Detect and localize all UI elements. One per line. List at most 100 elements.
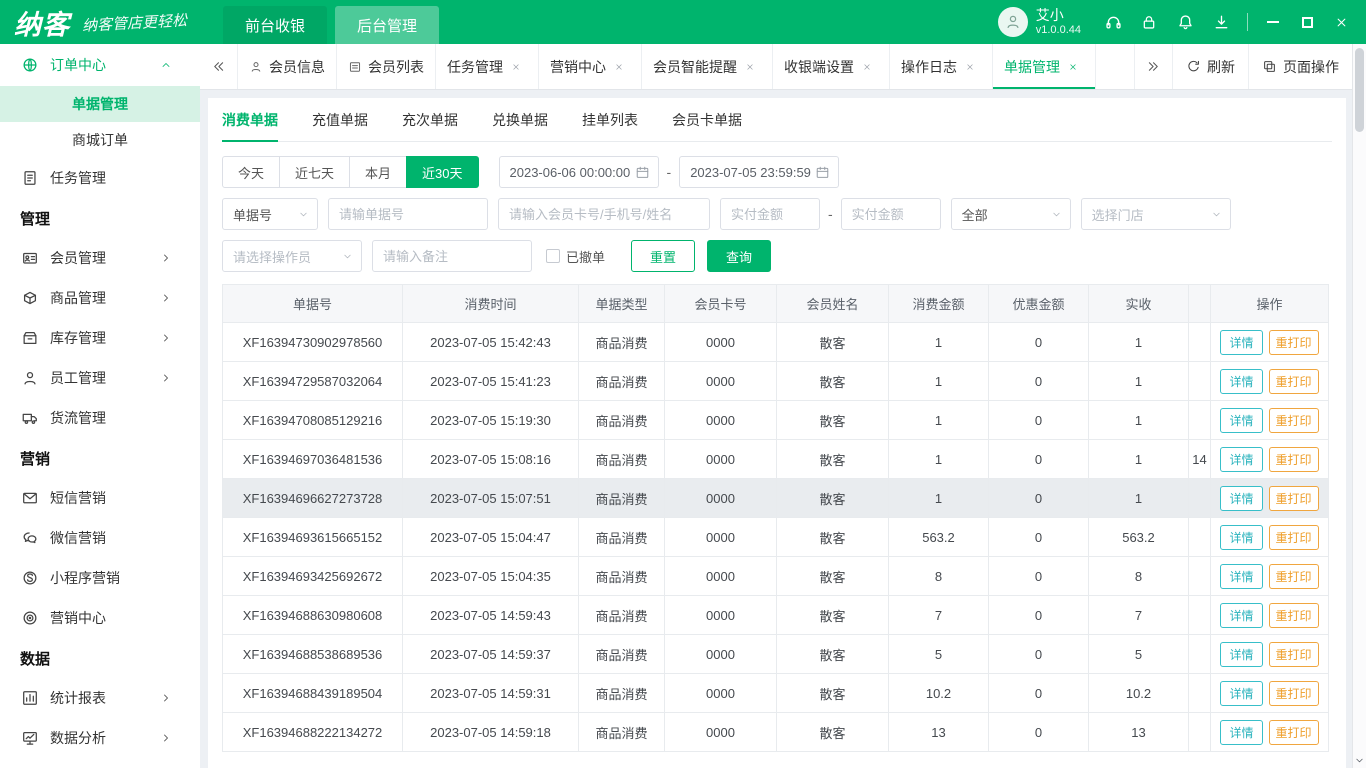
sidebar-item[interactable]: 货流管理 xyxy=(0,398,200,438)
reprint-button[interactable]: 重打印 xyxy=(1269,564,1319,589)
quick-date-button[interactable]: 本月 xyxy=(349,156,407,188)
sidebar-item[interactable]: 统计报表 xyxy=(0,678,200,718)
close-icon[interactable] xyxy=(862,62,872,72)
workspace-tab[interactable]: 收银端设置 xyxy=(773,44,890,89)
date-to-picker[interactable]: 2023-07-05 23:59:59 xyxy=(679,156,839,188)
workspace-tab[interactable]: 任务管理 xyxy=(436,44,539,89)
sidebar-item[interactable]: 任务管理 xyxy=(0,158,200,198)
workspace-tab[interactable]: 单据管理 xyxy=(993,44,1096,89)
bell-icon[interactable] xyxy=(1167,13,1203,32)
page-operations-button[interactable]: 页面操作 xyxy=(1248,44,1352,89)
workspace-tab[interactable]: 会员列表 xyxy=(337,44,436,89)
content-tab[interactable]: 消费单据 xyxy=(222,98,278,141)
amount-max-input[interactable] xyxy=(841,198,941,230)
revoked-checkbox[interactable] xyxy=(546,249,560,263)
workspace-tab[interactable]: 会员智能提醒 xyxy=(642,44,773,89)
content-tab[interactable]: 充次单据 xyxy=(402,98,458,141)
detail-button[interactable]: 详情 xyxy=(1220,642,1262,667)
reprint-button[interactable]: 重打印 xyxy=(1269,681,1319,706)
content-tab[interactable]: 会员卡单据 xyxy=(672,98,742,141)
refresh-button[interactable]: 刷新 xyxy=(1172,44,1248,89)
quick-date-button[interactable]: 近30天 xyxy=(406,156,478,188)
close-icon[interactable] xyxy=(745,62,755,72)
detail-button[interactable]: 详情 xyxy=(1220,564,1262,589)
scrollbar-down-icon[interactable] xyxy=(1353,755,1366,766)
reprint-button[interactable]: 重打印 xyxy=(1269,720,1319,745)
reprint-button[interactable]: 重打印 xyxy=(1269,486,1319,511)
detail-button[interactable]: 详情 xyxy=(1220,681,1262,706)
reprint-button[interactable]: 重打印 xyxy=(1269,642,1319,667)
close-icon[interactable] xyxy=(511,62,521,72)
amount-min-input[interactable] xyxy=(720,198,820,230)
table-cell: 0 xyxy=(989,518,1089,557)
reprint-button[interactable]: 重打印 xyxy=(1269,369,1319,394)
detail-button[interactable]: 详情 xyxy=(1220,603,1262,628)
sidebar-item[interactable]: 会员管理 xyxy=(0,238,200,278)
sidebar-subitem[interactable]: 商城订单 xyxy=(0,122,200,158)
detail-button[interactable]: 详情 xyxy=(1220,408,1262,433)
content-tab[interactable]: 充值单据 xyxy=(312,98,368,141)
reprint-button[interactable]: 重打印 xyxy=(1269,603,1319,628)
sidebar-item[interactable]: 营销中心 xyxy=(0,598,200,638)
sidebar-item[interactable]: 小程序营销 xyxy=(0,558,200,598)
type-select[interactable]: 全部 xyxy=(951,198,1071,230)
sidebar-item[interactable]: 商品管理 xyxy=(0,278,200,318)
window-close-icon[interactable] xyxy=(1324,0,1358,44)
download-icon[interactable] xyxy=(1203,13,1239,32)
app-logo: 纳客 xyxy=(14,3,70,42)
content-tab[interactable]: 挂单列表 xyxy=(582,98,638,141)
revoked-checkbox-wrap[interactable]: 已撤单 xyxy=(546,247,605,266)
reset-button[interactable]: 重置 xyxy=(631,240,695,272)
detail-button[interactable]: 详情 xyxy=(1220,720,1262,745)
user-menu[interactable]: 艾小 v1.0.0.44 xyxy=(998,7,1081,37)
table-cell: 0000 xyxy=(665,713,777,752)
sidebar-subitem[interactable]: 单据管理 xyxy=(0,86,200,122)
sidebar-item[interactable]: 微信营销 xyxy=(0,518,200,558)
reprint-button[interactable]: 重打印 xyxy=(1269,525,1319,550)
reprint-button[interactable]: 重打印 xyxy=(1269,447,1319,472)
bill-no-input[interactable] xyxy=(328,198,488,230)
task-icon xyxy=(20,169,40,187)
sidebar-item[interactable]: 员工管理 xyxy=(0,358,200,398)
search-field-select[interactable]: 单据号 xyxy=(222,198,318,230)
store-select[interactable]: 选择门店 xyxy=(1081,198,1231,230)
date-from-picker[interactable]: 2023-06-06 00:00:00 xyxy=(499,156,659,188)
workspace-tab[interactable]: 营销中心 xyxy=(539,44,642,89)
vertical-scrollbar[interactable] xyxy=(1352,44,1366,768)
detail-button[interactable]: 详情 xyxy=(1220,447,1262,472)
close-icon[interactable] xyxy=(614,62,624,72)
workspace-tab[interactable]: 会员信息 xyxy=(238,44,337,89)
detail-button[interactable]: 详情 xyxy=(1220,369,1262,394)
tabs-expand-icon[interactable] xyxy=(1134,44,1172,89)
close-icon[interactable] xyxy=(1068,62,1078,72)
window-maximize-icon[interactable] xyxy=(1290,0,1324,44)
service-icon[interactable] xyxy=(1095,13,1131,32)
lock-icon[interactable] xyxy=(1131,13,1167,31)
table-cell xyxy=(1189,479,1211,518)
scrollbar-thumb[interactable] xyxy=(1355,48,1364,132)
sidebar-item[interactable]: 数据分析 xyxy=(0,718,200,758)
nav-tab-front-cashier[interactable]: 前台收银 xyxy=(223,6,327,44)
table-cell: 563.2 xyxy=(889,518,989,557)
workspace-tab[interactable]: 操作日志 xyxy=(890,44,993,89)
detail-button[interactable]: 详情 xyxy=(1220,330,1262,355)
nav-tab-back-office[interactable]: 后台管理 xyxy=(335,6,439,44)
tabs-collapse-icon[interactable] xyxy=(200,44,238,89)
remark-input[interactable] xyxy=(372,240,532,272)
search-button[interactable]: 查询 xyxy=(707,240,771,272)
quick-date-button[interactable]: 近七天 xyxy=(279,156,350,188)
sidebar-item[interactable]: 订单中心 xyxy=(0,44,200,86)
operator-select[interactable]: 请选择操作员 xyxy=(222,240,362,272)
sidebar-item[interactable]: 库存管理 xyxy=(0,318,200,358)
content-tab[interactable]: 兑换单据 xyxy=(492,98,548,141)
window-minimize-icon[interactable] xyxy=(1256,0,1290,44)
table-cell: 1 xyxy=(1089,440,1189,479)
quick-date-button[interactable]: 今天 xyxy=(222,156,280,188)
member-search-input[interactable] xyxy=(498,198,710,230)
close-icon[interactable] xyxy=(965,62,975,72)
reprint-button[interactable]: 重打印 xyxy=(1269,330,1319,355)
detail-button[interactable]: 详情 xyxy=(1220,486,1262,511)
reprint-button[interactable]: 重打印 xyxy=(1269,408,1319,433)
sidebar-item[interactable]: 短信营销 xyxy=(0,478,200,518)
detail-button[interactable]: 详情 xyxy=(1220,525,1262,550)
